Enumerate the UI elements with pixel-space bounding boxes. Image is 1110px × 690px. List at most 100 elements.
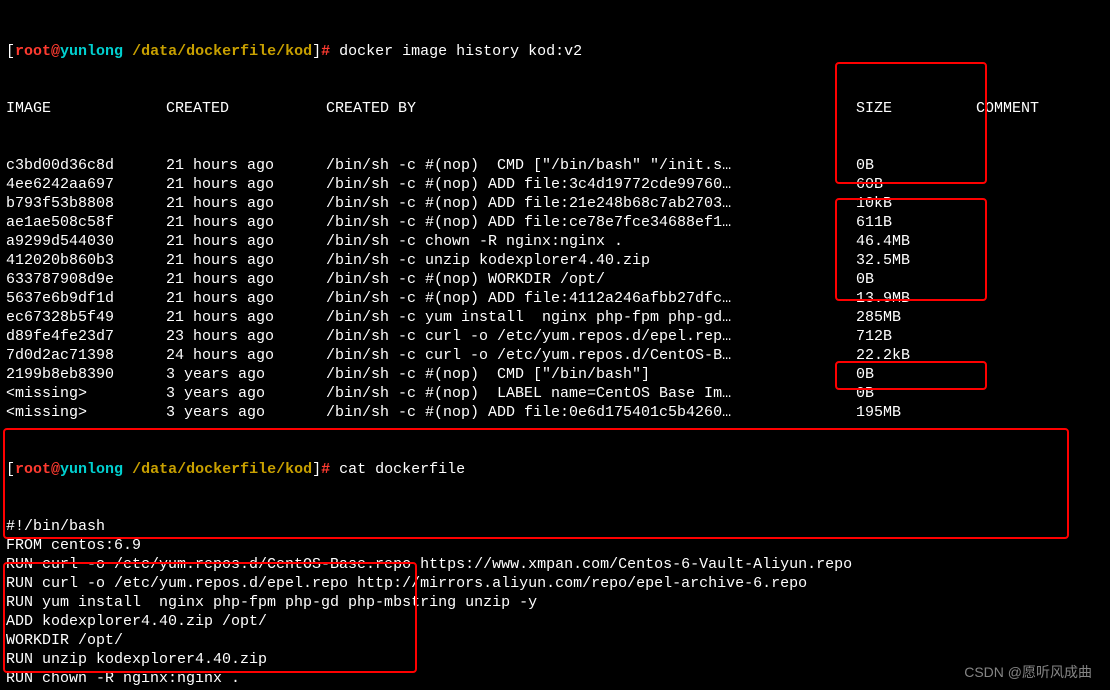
cell-created: 21 hours ago <box>166 213 326 232</box>
table-row: ec67328b5f4921 hours ago/bin/sh -c yum i… <box>6 308 1104 327</box>
cell-created: 21 hours ago <box>166 194 326 213</box>
header-comment: COMMENT <box>976 99 1076 118</box>
cell-size: 0B <box>856 365 976 384</box>
cell-image: <missing> <box>6 403 166 422</box>
hash: # <box>321 461 330 478</box>
cell-created: 21 hours ago <box>166 308 326 327</box>
host: yunlong <box>60 461 123 478</box>
header-image: IMAGE <box>6 99 166 118</box>
at: @ <box>51 461 60 478</box>
table-row: d89fe4fe23d723 hours ago/bin/sh -c curl … <box>6 327 1104 346</box>
user: root <box>15 461 51 478</box>
cell-size: 611B <box>856 213 976 232</box>
cell-created-by: /bin/sh -c #(nop) CMD ["/bin/bash" "/ini… <box>326 156 856 175</box>
cell-created: 3 years ago <box>166 384 326 403</box>
table-row: 5637e6b9df1d21 hours ago/bin/sh -c #(nop… <box>6 289 1104 308</box>
cell-size: 32.5MB <box>856 251 976 270</box>
cell-created-by: /bin/sh -c unzip kodexplorer4.40.zip <box>326 251 856 270</box>
prompt-line-1: [root@yunlong /data/dockerfile/kod]# doc… <box>6 42 1104 61</box>
table-row: ae1ae508c58f21 hours ago/bin/sh -c #(nop… <box>6 213 1104 232</box>
cell-size: 13.9MB <box>856 289 976 308</box>
cell-created-by: /bin/sh -c chown -R nginx:nginx . <box>326 232 856 251</box>
cell-image: 7d0d2ac71398 <box>6 346 166 365</box>
watermark: CSDN @愿听风成曲 <box>964 663 1092 682</box>
cell-created-by: /bin/sh -c curl -o /etc/yum.repos.d/Cent… <box>326 346 856 365</box>
dockerfile-content: #!/bin/bashFROM centos:6.9RUN curl -o /e… <box>6 517 1104 690</box>
cell-created-by: /bin/sh -c #(nop) LABEL name=CentOS Base… <box>326 384 856 403</box>
cell-image: 5637e6b9df1d <box>6 289 166 308</box>
header-created: CREATED <box>166 99 326 118</box>
prompt-line-2: [root@yunlong /data/dockerfile/kod]# cat… <box>6 460 1104 479</box>
header-size: SIZE <box>856 99 976 118</box>
dockerfile-line: WORKDIR /opt/ <box>6 631 1104 650</box>
dockerfile-line: RUN yum install nginx php-fpm php-gd php… <box>6 593 1104 612</box>
table-row: c3bd00d36c8d21 hours ago/bin/sh -c #(nop… <box>6 156 1104 175</box>
cell-created-by: /bin/sh -c yum install nginx php-fpm php… <box>326 308 856 327</box>
bracket: [ <box>6 461 15 478</box>
cell-created: 21 hours ago <box>166 232 326 251</box>
command-text: docker image history kod:v2 <box>330 43 582 60</box>
history-rows: c3bd00d36c8d21 hours ago/bin/sh -c #(nop… <box>6 156 1104 422</box>
path: /data/dockerfile/kod <box>123 43 312 60</box>
cell-created-by: /bin/sh -c #(nop) ADD file:21e248b68c7ab… <box>326 194 856 213</box>
cell-size: 0B <box>856 270 976 289</box>
cell-created-by: /bin/sh -c #(nop) ADD file:4112a246afbb2… <box>326 289 856 308</box>
bracket: [ <box>6 43 15 60</box>
cell-size: 22.2kB <box>856 346 976 365</box>
host: yunlong <box>60 43 123 60</box>
bracket: ] <box>312 43 321 60</box>
cell-image: d89fe4fe23d7 <box>6 327 166 346</box>
cell-created: 3 years ago <box>166 365 326 384</box>
table-row: 2199b8eb83903 years ago/bin/sh -c #(nop)… <box>6 365 1104 384</box>
table-header: IMAGECREATEDCREATED BYSIZECOMMENT <box>6 99 1104 118</box>
cell-created-by: /bin/sh -c #(nop) ADD file:3c4d19772cde9… <box>326 175 856 194</box>
cell-created: 21 hours ago <box>166 175 326 194</box>
cell-image: 412020b860b3 <box>6 251 166 270</box>
cell-created-by: /bin/sh -c curl -o /etc/yum.repos.d/epel… <box>326 327 856 346</box>
table-row: 4ee6242aa69721 hours ago/bin/sh -c #(nop… <box>6 175 1104 194</box>
table-row: <missing>3 years ago/bin/sh -c #(nop) AD… <box>6 403 1104 422</box>
at: @ <box>51 43 60 60</box>
dockerfile-line: RUN unzip kodexplorer4.40.zip <box>6 650 1104 669</box>
terminal-output: [root@yunlong /data/dockerfile/kod]# doc… <box>0 0 1110 690</box>
cell-created: 21 hours ago <box>166 270 326 289</box>
cell-image: ae1ae508c58f <box>6 213 166 232</box>
cell-created-by: /bin/sh -c #(nop) CMD ["/bin/bash"] <box>326 365 856 384</box>
user: root <box>15 43 51 60</box>
header-created-by: CREATED BY <box>326 99 856 118</box>
cell-size: 285MB <box>856 308 976 327</box>
table-row: b793f53b880821 hours ago/bin/sh -c #(nop… <box>6 194 1104 213</box>
cell-created-by: /bin/sh -c #(nop) WORKDIR /opt/ <box>326 270 856 289</box>
hash: # <box>321 43 330 60</box>
cell-created: 3 years ago <box>166 403 326 422</box>
cell-size: 712B <box>856 327 976 346</box>
dockerfile-line: FROM centos:6.9 <box>6 536 1104 555</box>
command-text: cat dockerfile <box>330 461 465 478</box>
dockerfile-line: RUN curl -o /etc/yum.repos.d/epel.repo h… <box>6 574 1104 593</box>
cell-created: 24 hours ago <box>166 346 326 365</box>
cell-size: 46.4MB <box>856 232 976 251</box>
table-row: <missing>3 years ago/bin/sh -c #(nop) LA… <box>6 384 1104 403</box>
cell-size: 60B <box>856 175 976 194</box>
cell-size: 0B <box>856 156 976 175</box>
cell-image: b793f53b8808 <box>6 194 166 213</box>
cell-created: 21 hours ago <box>166 251 326 270</box>
dockerfile-line: RUN curl -o /etc/yum.repos.d/CentOS-Base… <box>6 555 1104 574</box>
cell-image: <missing> <box>6 384 166 403</box>
cell-created: 23 hours ago <box>166 327 326 346</box>
table-row: 633787908d9e21 hours ago/bin/sh -c #(nop… <box>6 270 1104 289</box>
cell-created-by: /bin/sh -c #(nop) ADD file:ce78e7fce3468… <box>326 213 856 232</box>
dockerfile-line: ADD kodexplorer4.40.zip /opt/ <box>6 612 1104 631</box>
cell-image: c3bd00d36c8d <box>6 156 166 175</box>
cell-size: 0B <box>856 384 976 403</box>
path: /data/dockerfile/kod <box>123 461 312 478</box>
cell-size: 195MB <box>856 403 976 422</box>
cell-image: 633787908d9e <box>6 270 166 289</box>
cell-image: 2199b8eb8390 <box>6 365 166 384</box>
cell-size: 10kB <box>856 194 976 213</box>
cell-image: ec67328b5f49 <box>6 308 166 327</box>
dockerfile-line: RUN chown -R nginx:nginx . <box>6 669 1104 688</box>
cell-created: 21 hours ago <box>166 289 326 308</box>
bracket: ] <box>312 461 321 478</box>
dockerfile-line: #!/bin/bash <box>6 517 1104 536</box>
